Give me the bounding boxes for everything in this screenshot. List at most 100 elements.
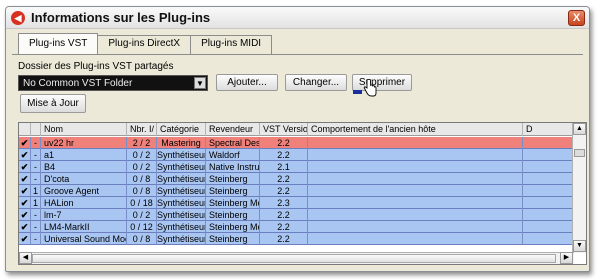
row-category: Synthétiseur	[157, 209, 206, 221]
chevron-down-icon[interactable]: ▼	[194, 77, 206, 89]
tab-bar: Plug-ins VST Plug-ins DirectX Plug-ins M…	[18, 33, 273, 55]
horizontal-scroll-thumb[interactable]	[32, 254, 556, 263]
row-active-checkbox[interactable]: ✔	[19, 209, 31, 221]
table-row[interactable]: ✔ - LM4-MarkII 0 / 12 Synthétiseur Steinberg …	[19, 221, 573, 233]
row-legacy-behavior[interactable]	[308, 185, 523, 197]
row-vendor: Waldorf	[206, 149, 260, 161]
row-instances: -	[31, 149, 41, 161]
row-instances: -	[31, 161, 41, 173]
row-name: Groove Agent	[41, 185, 127, 197]
row-legacy-behavior[interactable]	[308, 137, 523, 149]
shared-folder-value: No Common VST Folder	[23, 78, 133, 89]
close-button[interactable]: X	[568, 10, 585, 26]
table-row[interactable]: ✔-B40 / 2SynthétiseurNative Instrum2.1	[19, 161, 573, 173]
row-io: 0 / 2	[127, 209, 157, 221]
row-category: Synthétiseur	[157, 149, 206, 161]
table-row[interactable]: ✔ - D'cota 0 / 8 Synthétiseur Steinberg 2.2	[19, 173, 573, 185]
update-button[interactable]: Mise à Jour	[20, 94, 86, 113]
change-folder-button[interactable]: Changer...	[285, 74, 347, 91]
tab-vst-plugins[interactable]: Plug-ins VST	[18, 33, 99, 54]
column-header-vst-version[interactable]: VST Version	[260, 123, 308, 136]
row-name: lm-7	[41, 209, 127, 221]
row-category: Synthétiseur	[157, 221, 206, 233]
table-row[interactable]: ✔ - lm-7 0 / 2 Synthétiseur Steinberg 2.2	[19, 209, 573, 221]
row-active-checkbox[interactable]: ✔	[19, 173, 31, 185]
row-instances: 1	[31, 197, 41, 209]
tab-divider	[12, 54, 583, 55]
table-row[interactable]: ✔-uv22 hr2 / 2MasteringSpectral Desig2.2	[19, 137, 573, 149]
row-d	[523, 221, 573, 233]
tab-midi-plugins[interactable]: Plug-ins MIDI	[190, 35, 273, 54]
row-name: Universal Sound Module	[41, 233, 127, 245]
vertical-scroll-thumb[interactable]	[574, 149, 585, 157]
tab-directx-plugins[interactable]: Plug-ins DirectX	[97, 35, 192, 54]
row-active-checkbox[interactable]: ✔	[19, 161, 31, 173]
row-legacy-behavior[interactable]	[308, 161, 523, 173]
row-legacy-behavior[interactable]	[308, 209, 523, 221]
row-category: Synthétiseur	[157, 161, 206, 173]
row-d	[523, 233, 573, 245]
window-title: Informations sur les Plug-ins	[31, 10, 211, 25]
cubase-logo-icon: ◀	[11, 11, 25, 25]
row-active-checkbox[interactable]: ✔	[19, 185, 31, 197]
row-vendor: Native Instrum	[206, 161, 260, 173]
horizontal-scrollbar[interactable]: ◀ ▶	[19, 252, 574, 264]
row-instances: -	[31, 137, 41, 149]
row-legacy-behavior[interactable]	[308, 173, 523, 185]
table-row[interactable]: ✔ - a1 0 / 2 Synthétiseur Waldorf 2.2	[19, 149, 573, 161]
row-vst-version: 2.2	[260, 221, 308, 233]
row-instances: 1	[31, 185, 41, 197]
row-name: HALion	[41, 197, 127, 209]
table-row[interactable]: ✔1HALion0 / 18SynthétiseurSteinberg Mec2…	[19, 197, 573, 209]
row-legacy-behavior[interactable]	[308, 149, 523, 161]
row-vendor: Steinberg	[206, 173, 260, 185]
row-vst-version: 2.2	[260, 233, 308, 245]
column-header-name[interactable]: Nom	[41, 123, 127, 136]
column-header-d[interactable]: D	[523, 123, 573, 136]
table-body: ✔-uv22 hr2 / 2MasteringSpectral Desig2.2…	[19, 137, 573, 245]
row-d	[523, 173, 573, 185]
remove-folder-button[interactable]: Supprimer	[352, 74, 412, 91]
row-active-checkbox[interactable]: ✔	[19, 149, 31, 161]
column-header-vendor[interactable]: Revendeur	[206, 123, 260, 136]
vertical-scrollbar[interactable]: ▲ ▼	[572, 123, 586, 253]
row-legacy-behavior[interactable]	[308, 233, 523, 245]
scroll-right-icon[interactable]: ▶	[560, 252, 573, 264]
column-header-io[interactable]: Nbr. I/	[127, 123, 157, 136]
plugin-table: Nom Nbr. I/ Catégorie Revendeur VST Vers…	[18, 122, 587, 265]
column-header-instances[interactable]	[31, 123, 41, 136]
row-d	[523, 185, 573, 197]
row-active-checkbox[interactable]: ✔	[19, 233, 31, 245]
row-active-checkbox[interactable]: ✔	[19, 137, 31, 149]
row-category: Synthétiseur	[157, 185, 206, 197]
table-header: Nom Nbr. I/ Catégorie Revendeur VST Vers…	[19, 123, 573, 136]
row-instances: -	[31, 209, 41, 221]
row-legacy-behavior[interactable]	[308, 197, 523, 209]
legacy-behavior-marker	[353, 90, 362, 94]
row-active-checkbox[interactable]: ✔	[19, 221, 31, 233]
row-category: Mastering	[157, 137, 206, 149]
row-vendor: Steinberg	[206, 185, 260, 197]
shared-folder-label: Dossier des Plug-ins VST partagés	[18, 61, 174, 72]
row-instances: -	[31, 233, 41, 245]
scroll-up-icon[interactable]: ▲	[573, 123, 586, 135]
row-legacy-behavior[interactable]	[308, 221, 523, 233]
row-active-checkbox[interactable]: ✔	[19, 197, 31, 209]
scroll-left-icon[interactable]: ◀	[19, 252, 32, 264]
table-row[interactable]: ✔-Universal Sound Module0 / 8Synthétiseu…	[19, 233, 573, 245]
column-header-category[interactable]: Catégorie	[157, 123, 206, 136]
row-vendor: Spectral Desig	[206, 137, 260, 149]
plugin-info-window: ◀ Informations sur les Plug-ins X Plug-i…	[5, 6, 590, 272]
row-vst-version: 2.2	[260, 137, 308, 149]
column-header-active[interactable]	[19, 123, 31, 136]
add-folder-button[interactable]: Ajouter...	[216, 74, 278, 91]
row-category: Synthétiseur	[157, 233, 206, 245]
scroll-down-icon[interactable]: ▼	[573, 240, 586, 252]
row-name: LM4-MarkII	[41, 221, 127, 233]
table-row[interactable]: ✔ 1 Groove Agent 0 / 8 Synthétiseur Steinberg…	[19, 185, 573, 197]
row-category: Synthétiseur	[157, 197, 206, 209]
row-io: 2 / 2	[127, 137, 157, 149]
column-header-legacy-behavior[interactable]: Comportement de l'ancien hôte	[308, 123, 523, 136]
shared-folder-dropdown[interactable]: No Common VST Folder ▼	[18, 75, 208, 91]
row-d	[523, 209, 573, 221]
